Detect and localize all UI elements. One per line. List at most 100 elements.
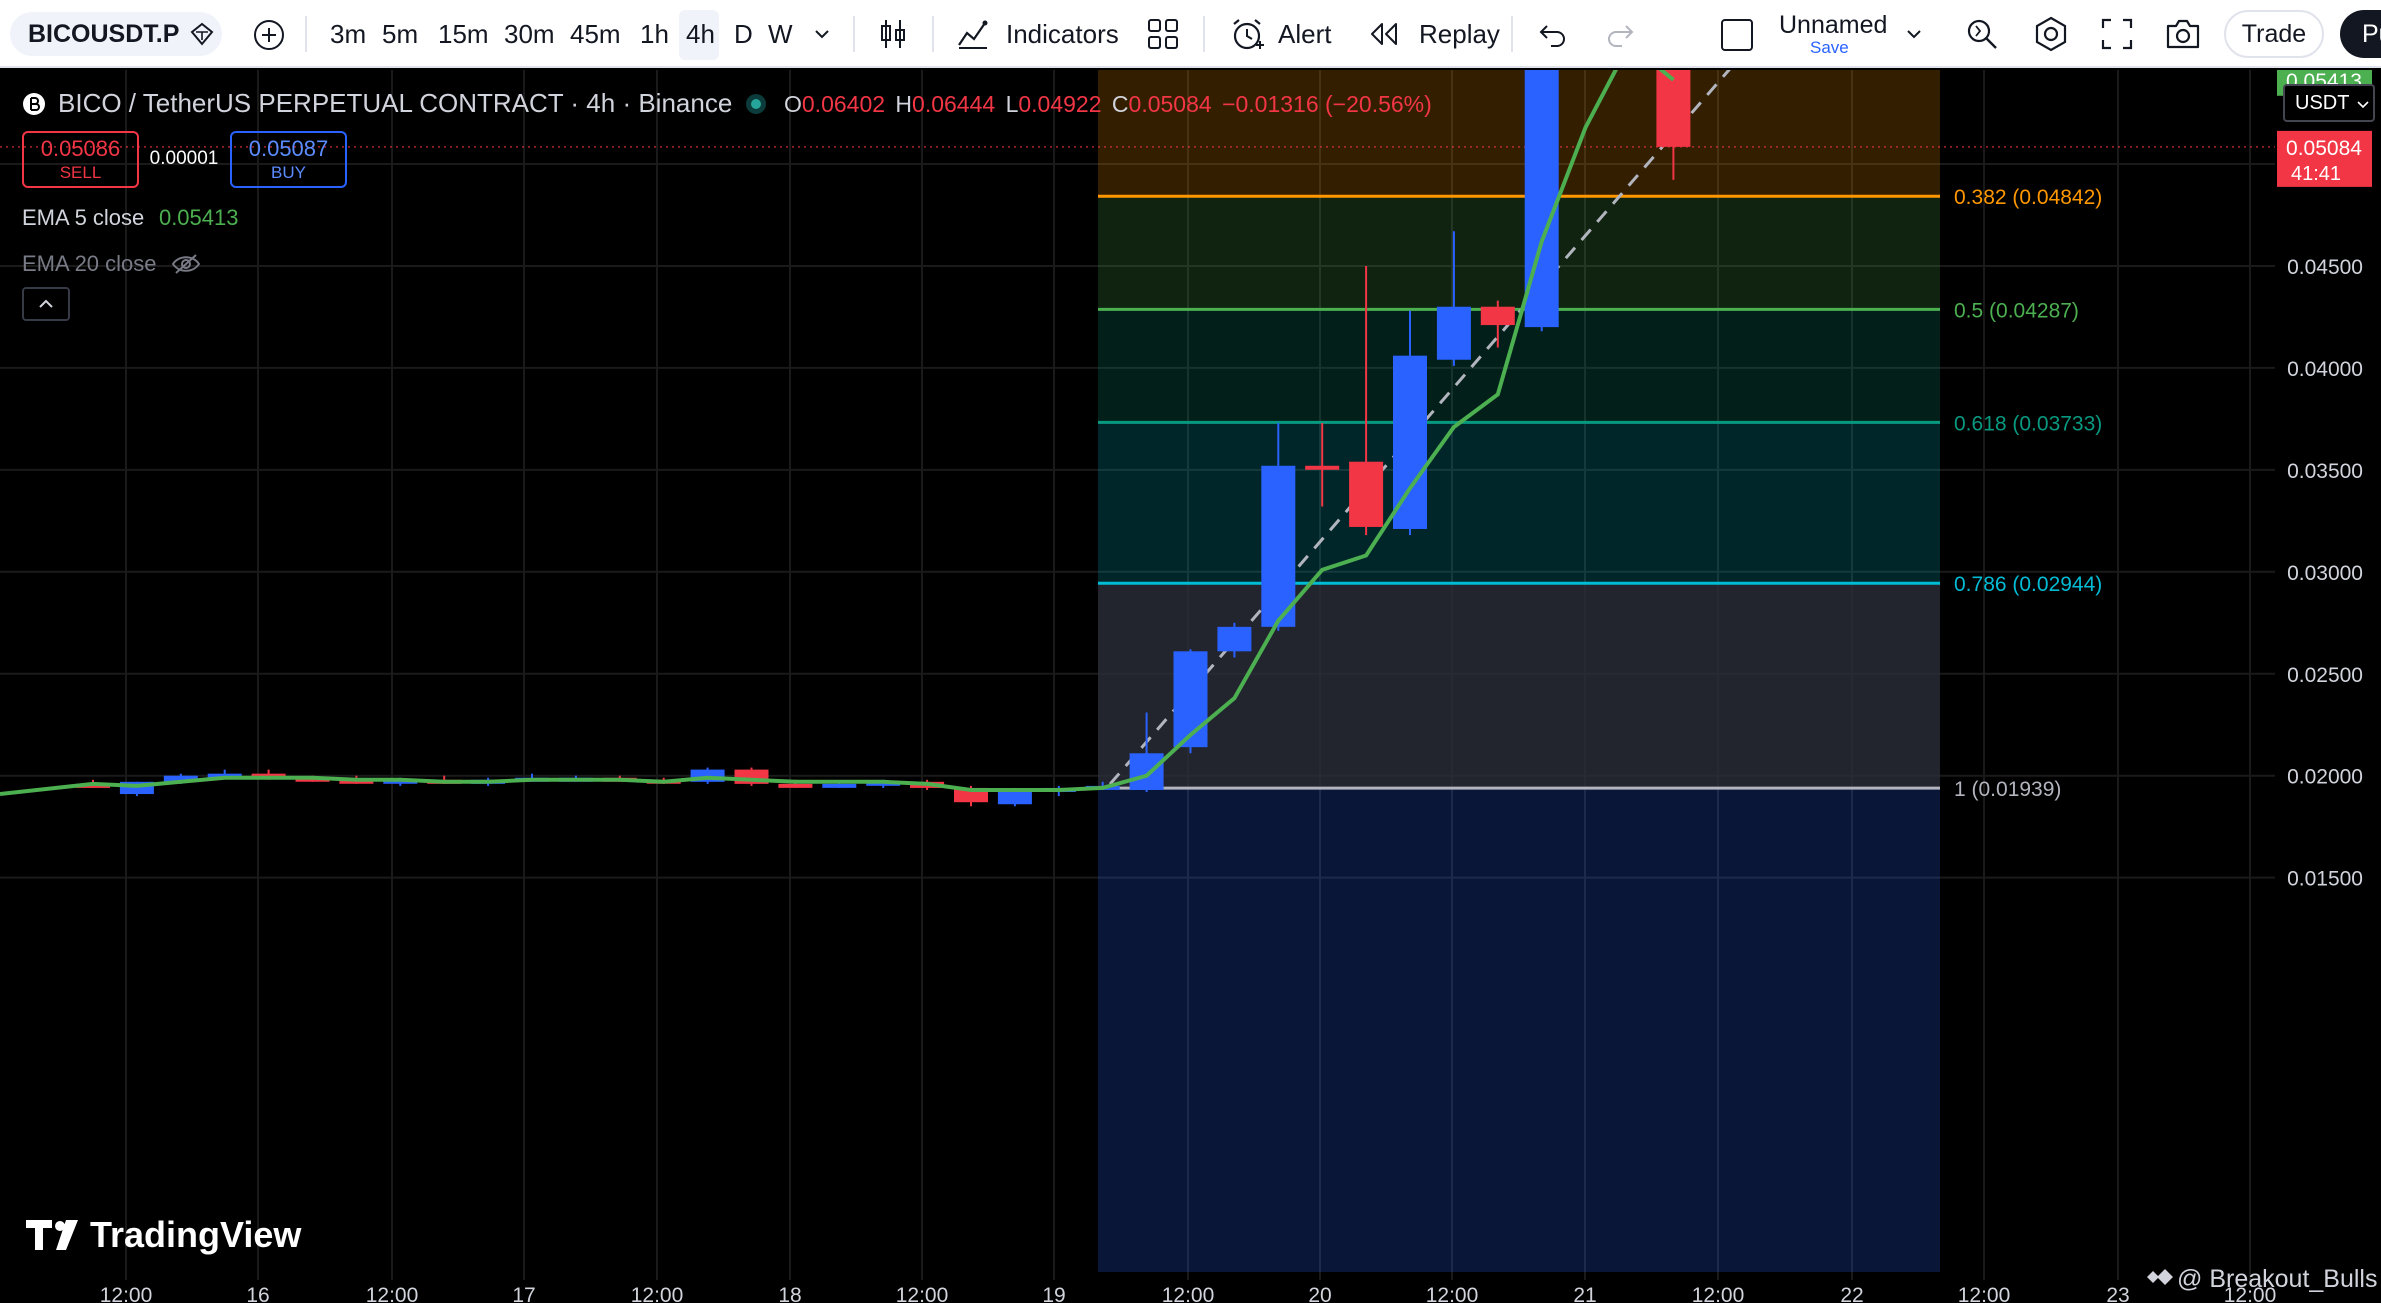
ema5-label: EMA 5 close xyxy=(22,205,145,230)
timeframe-3m[interactable]: 3m xyxy=(330,0,366,68)
tradingview-watermark: TradingView xyxy=(26,1214,302,1255)
candle xyxy=(734,767,769,786)
candle-body xyxy=(1656,70,1691,147)
fib-zone xyxy=(1098,583,1940,789)
chevron-down-icon[interactable] xyxy=(1904,24,1924,44)
close-label: C xyxy=(1111,91,1129,117)
divider xyxy=(932,16,934,52)
candle-body xyxy=(1349,461,1384,527)
indicators-icon xyxy=(958,20,988,49)
time-axis-label: 17 xyxy=(512,1284,535,1303)
watermark-text: TradingView xyxy=(90,1214,302,1255)
timeframe-30m[interactable]: 30m xyxy=(504,0,555,68)
divider xyxy=(1511,16,1513,52)
time-axis-label: 16 xyxy=(246,1284,269,1303)
camera-snapshot-icon[interactable] xyxy=(2164,16,2202,52)
buy-label: BUY xyxy=(271,163,306,182)
fullscreen-icon[interactable] xyxy=(2100,17,2134,51)
undo-icon[interactable] xyxy=(1537,20,1569,48)
chart-pane[interactable]: 0 (0.06636)0.236 (0.05527)0.382 (0.04842… xyxy=(0,70,2381,1303)
sell-button[interactable]: 0.05086 SELL xyxy=(22,131,139,188)
timeframe-4h[interactable]: 4h xyxy=(686,0,715,68)
layouts-grid-icon[interactable] xyxy=(1146,17,1180,51)
credit: @ Breakout_Bulls xyxy=(2147,1265,2377,1293)
timeframe-5m[interactable]: 5m xyxy=(382,0,418,68)
fib-level-label: 0.618 (0.03733) xyxy=(1954,412,2102,435)
price-axis-label: 0.02000 xyxy=(2287,766,2363,789)
settings-gear-icon[interactable] xyxy=(2032,15,2070,53)
price-axis-label: 0.04500 xyxy=(2287,256,2363,279)
currency-select[interactable]: USDT xyxy=(2283,84,2375,122)
layout-square-icon xyxy=(1721,19,1753,51)
price-axis[interactable]: 0.065000.060000.055000.045000.040000.035… xyxy=(2275,70,2381,1303)
buy-price: 0.05087 xyxy=(248,136,329,161)
fib-level-label: 0.382 (0.04842) xyxy=(1954,186,2102,209)
layout-save-hint: Save xyxy=(1810,38,1849,57)
indicators-label: Indicators xyxy=(1006,19,1119,49)
open-value: 0.06402 xyxy=(801,91,886,117)
fib-zone xyxy=(1098,70,1940,197)
buy-button[interactable]: 0.05087 BUY xyxy=(230,131,347,188)
fib-level-label: 0.786 (0.02944) xyxy=(1954,573,2102,596)
ema20-label: EMA 20 close xyxy=(22,251,157,276)
chevron-up-icon xyxy=(39,299,53,308)
time-axis[interactable]: 12:00 16 12:00 17 12:00 18 12:00 19 12:00 20 12:00… xyxy=(100,1284,2277,1303)
change-value: −0.01316 (−20.56%) xyxy=(1222,91,1432,117)
time-axis-label: 12:00 xyxy=(1958,1284,2011,1303)
price-axis-label: 0.01500 xyxy=(2287,868,2363,891)
sell-price: 0.05086 xyxy=(40,136,121,161)
replay-label: Replay xyxy=(1419,19,1500,49)
market-status-icon[interactable] xyxy=(744,92,768,116)
chevron-down-icon[interactable] xyxy=(812,24,832,44)
diamond-icon[interactable] xyxy=(188,20,216,48)
ema20-legend[interactable]: EMA 20 close xyxy=(22,247,201,278)
low-label: L xyxy=(1005,91,1019,117)
candle-body xyxy=(1480,306,1515,326)
timeframe-W[interactable]: W xyxy=(768,0,793,68)
publish-button[interactable]: Pu xyxy=(2340,10,2381,58)
candle-body xyxy=(1217,626,1252,652)
timeframe-45m[interactable]: 45m xyxy=(570,0,621,68)
chevron-down-icon xyxy=(2357,101,2369,109)
redo-icon[interactable] xyxy=(1604,20,1636,48)
sell-label: SELL xyxy=(59,163,102,182)
binance-logo-icon xyxy=(2147,1269,2173,1285)
ema5-value: 0.05413 xyxy=(158,205,239,230)
time-axis-label: 12:00 xyxy=(1426,1284,1479,1303)
ema5-legend[interactable]: EMA 5 close 0.05413 xyxy=(22,204,238,232)
fib-level-label: 0.5 (0.04287) xyxy=(1954,299,2079,322)
timeframe-15m[interactable]: 15m xyxy=(438,0,489,68)
high-value: 0.06444 xyxy=(912,91,996,117)
time-axis-label: 20 xyxy=(1308,1284,1331,1303)
candle-body xyxy=(822,783,857,788)
last-price-badge-text: 0.05084 xyxy=(2286,137,2362,160)
hidden-eye-icon[interactable] xyxy=(171,252,201,276)
candle xyxy=(1524,70,1559,332)
fib-zone xyxy=(1098,788,1940,1272)
symbol-search-button[interactable]: BICOUSDT.P xyxy=(10,12,222,56)
time-axis-label: 22 xyxy=(1840,1284,1863,1303)
fib-zone xyxy=(1098,196,1940,310)
series-title[interactable]: BICO / TetherUS PERPETUAL CONTRACT · 4h … xyxy=(58,88,732,118)
divider xyxy=(305,16,307,52)
candle xyxy=(1173,649,1208,754)
tradingview-logo-icon xyxy=(26,1220,78,1250)
price-axis-label: 0.03000 xyxy=(2287,562,2363,585)
timeframe-1h[interactable]: 1h xyxy=(640,0,669,68)
symbol-label: BICOUSDT.P xyxy=(28,20,180,48)
alarm-clock-icon xyxy=(1233,19,1264,50)
collapse-legend-button[interactable] xyxy=(22,287,70,321)
time-axis-label: 19 xyxy=(1042,1284,1065,1303)
timeframe-D[interactable]: D xyxy=(734,0,753,68)
candle-body xyxy=(1261,465,1296,627)
divider xyxy=(1203,16,1205,52)
compare-plus-icon[interactable] xyxy=(252,18,286,52)
candle-chart-type-icon[interactable] xyxy=(876,16,910,52)
spread-value: 0.00001 xyxy=(149,148,219,169)
high-label: H xyxy=(895,91,913,117)
time-axis-label: 23 xyxy=(2106,1284,2129,1303)
candle-body xyxy=(1129,753,1164,790)
price-axis-label: 0.04000 xyxy=(2287,358,2363,381)
quick-search-icon[interactable] xyxy=(1964,16,2000,52)
trade-button[interactable]: Trade xyxy=(2224,10,2324,58)
